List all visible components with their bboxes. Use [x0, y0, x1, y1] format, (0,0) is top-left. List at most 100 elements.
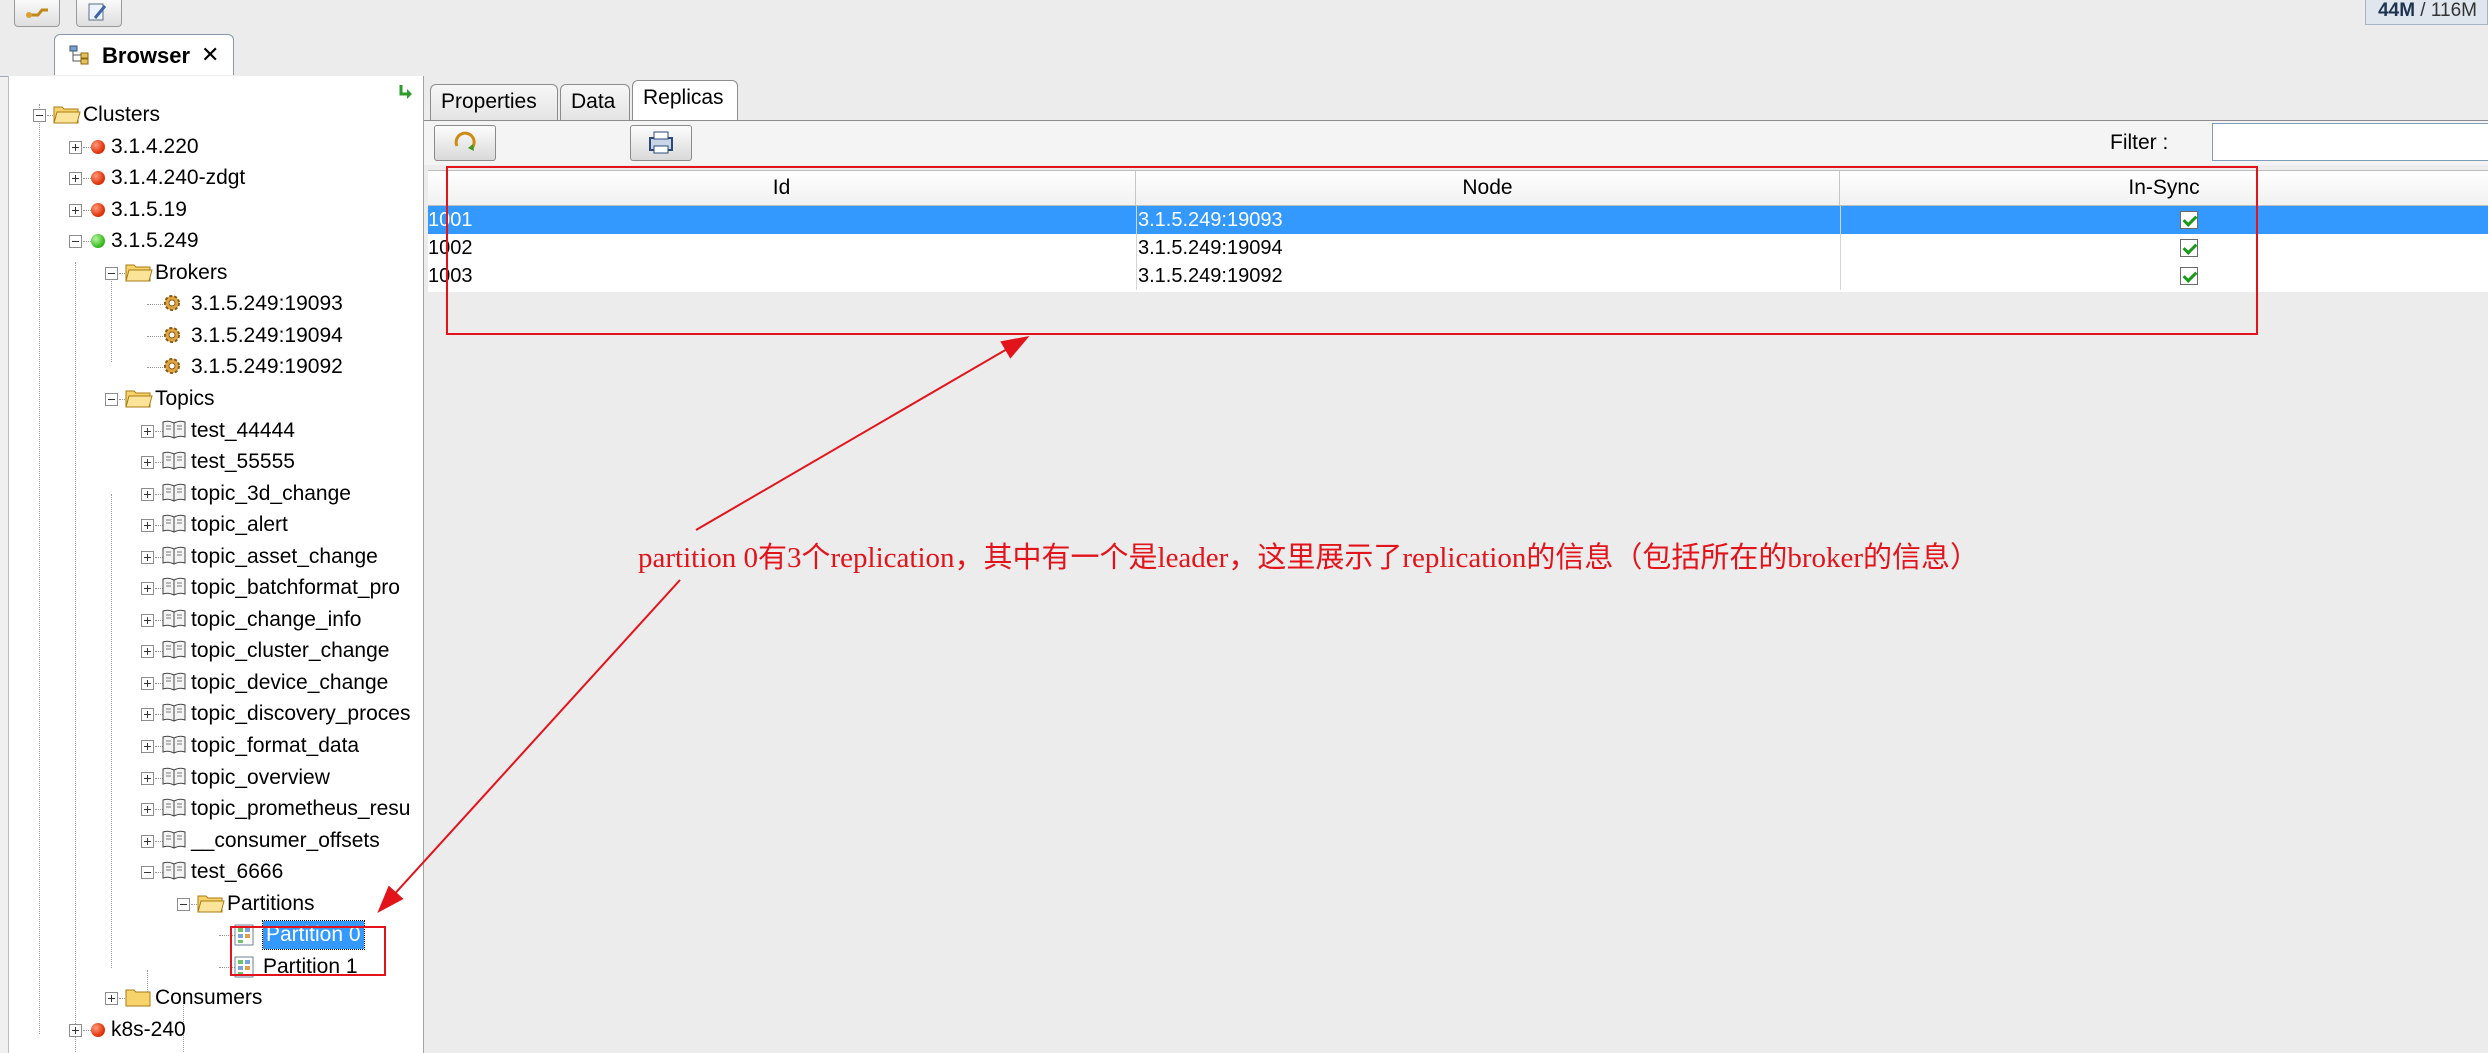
expand-icon[interactable] — [141, 613, 154, 627]
expand-icon[interactable] — [141, 708, 154, 722]
tab-browser[interactable]: Browser ✕ — [54, 34, 234, 75]
book-icon — [161, 829, 187, 859]
tab-data-label: Data — [571, 90, 616, 113]
memory-used: 44M — [2378, 0, 2416, 21]
book-icon — [161, 797, 187, 827]
expand-icon[interactable] — [141, 740, 154, 753]
book-icon — [161, 860, 187, 890]
book-icon — [161, 450, 187, 480]
tree-node-label: 3.1.5.249:19093 — [191, 292, 343, 316]
tree-node-label: topic_3d_change — [191, 481, 351, 505]
close-tab-icon[interactable]: ✕ — [201, 42, 219, 68]
tree-node-label: 3.1.5.249:19094 — [191, 323, 343, 347]
reload-button[interactable] — [434, 125, 496, 161]
tree-node-label: topic_alert — [191, 513, 288, 537]
filter-input[interactable] — [2212, 123, 2488, 161]
cluster-status-icon — [91, 202, 105, 217]
gear-icon — [161, 292, 183, 322]
book-icon — [161, 734, 187, 764]
filter-label: Filter : — [2110, 131, 2169, 154]
tree-node-label: test_6666 — [191, 860, 284, 884]
reload-icon — [454, 131, 476, 151]
expand-icon[interactable] — [141, 487, 154, 501]
expand-icon[interactable] — [141, 771, 154, 785]
tree-node-label: topic_change_info — [191, 607, 362, 631]
expand-icon[interactable] — [141, 676, 154, 690]
tree-node-label: Partitions — [227, 891, 315, 915]
tree-node-label: topic_device_change — [191, 670, 389, 694]
tree-node-label: topic_format_data — [191, 734, 360, 757]
tab-browser-label: Browser — [102, 43, 191, 68]
expand-icon[interactable] — [141, 424, 154, 438]
folder-icon — [125, 986, 153, 1016]
tree-node-label: Brokers — [155, 260, 228, 284]
top-toolbar: 44M / 116M — [0, 0, 2488, 31]
gear-icon — [161, 355, 183, 385]
book-icon — [161, 608, 187, 638]
print-button[interactable] — [630, 125, 692, 161]
tree-node-label: Clusters — [83, 103, 161, 126]
annotation-text: partition 0有3个replication，其中有一个是leader，这… — [638, 542, 1980, 574]
book-icon — [161, 419, 187, 449]
tab-replicas-label: Replicas — [643, 86, 724, 109]
expand-icon[interactable] — [141, 803, 154, 817]
tab-properties-label: Properties — [441, 90, 537, 113]
tab-replicas[interactable]: Replicas — [632, 80, 738, 120]
collapse-icon[interactable] — [69, 235, 82, 249]
expand-icon[interactable] — [69, 203, 82, 217]
folder-open-icon — [125, 261, 153, 291]
edit-icon — [88, 3, 107, 21]
expand-icon[interactable] — [105, 992, 118, 1006]
tree-node-label: 3.1.4.220 — [111, 134, 199, 158]
expand-icon[interactable] — [141, 582, 154, 596]
replicas-toolbar: Filter : — [424, 120, 2488, 165]
tree-node-label: topic_prometheus_resu — [191, 797, 411, 821]
tree-node-label: topic_cluster_change — [191, 639, 390, 663]
book-icon — [161, 513, 187, 543]
tree-node-label: topic_batchformat_pro — [191, 576, 400, 600]
tree-node-label: Topics — [155, 386, 215, 410]
expand-icon[interactable] — [69, 140, 82, 154]
collapse-icon[interactable] — [105, 392, 118, 406]
expand-icon[interactable] — [69, 172, 82, 186]
partition-highlight-box — [230, 926, 386, 976]
book-icon — [161, 671, 187, 701]
connect-button[interactable] — [14, 0, 60, 27]
folder-open-icon — [53, 103, 81, 133]
tree-node-label: topic_asset_change — [191, 544, 378, 568]
book-icon — [161, 702, 187, 732]
tab-data[interactable]: Data — [560, 84, 630, 120]
tree-node-label: Consumers — [155, 986, 263, 1010]
collapse-icon[interactable] — [141, 866, 154, 880]
book-icon — [161, 482, 187, 512]
tab-properties[interactable]: Properties — [430, 84, 558, 120]
book-icon — [161, 639, 187, 669]
expand-icon[interactable] — [141, 645, 154, 659]
folder-open-icon — [197, 892, 225, 922]
gear-icon — [161, 324, 183, 354]
collapse-icon[interactable] — [177, 897, 190, 911]
book-icon — [161, 766, 187, 796]
cluster-status-icon — [91, 234, 105, 249]
refresh-tree-icon[interactable] — [395, 82, 417, 104]
collapse-icon[interactable] — [33, 109, 46, 122]
expand-icon[interactable] — [141, 834, 154, 848]
browser-tree-icon — [69, 45, 89, 65]
expand-icon[interactable] — [69, 1023, 82, 1037]
cluster-tree: Clusters 3.1.4.220 3.1.4.240-zdgt 3.1.5.19 3… — [8, 76, 425, 1053]
tree-node-label: 3.1.5.19 — [111, 197, 187, 221]
book-icon — [161, 576, 187, 606]
expand-icon[interactable] — [141, 550, 154, 564]
expand-icon[interactable] — [141, 456, 154, 470]
cluster-status-icon — [91, 171, 105, 186]
tree-node-label: test_44444 — [191, 418, 295, 442]
memory-indicator: 44M / 116M — [2365, 0, 2488, 25]
expand-icon[interactable] — [141, 519, 154, 533]
edit-button[interactable] — [76, 0, 122, 27]
tree-node-label: test_55555 — [191, 450, 295, 474]
tree-node-label: k8s-240 — [111, 1017, 186, 1041]
print-icon — [649, 131, 673, 154]
collapse-icon[interactable] — [105, 266, 118, 280]
connect-icon — [26, 8, 48, 18]
cluster-status-icon — [91, 1022, 105, 1037]
